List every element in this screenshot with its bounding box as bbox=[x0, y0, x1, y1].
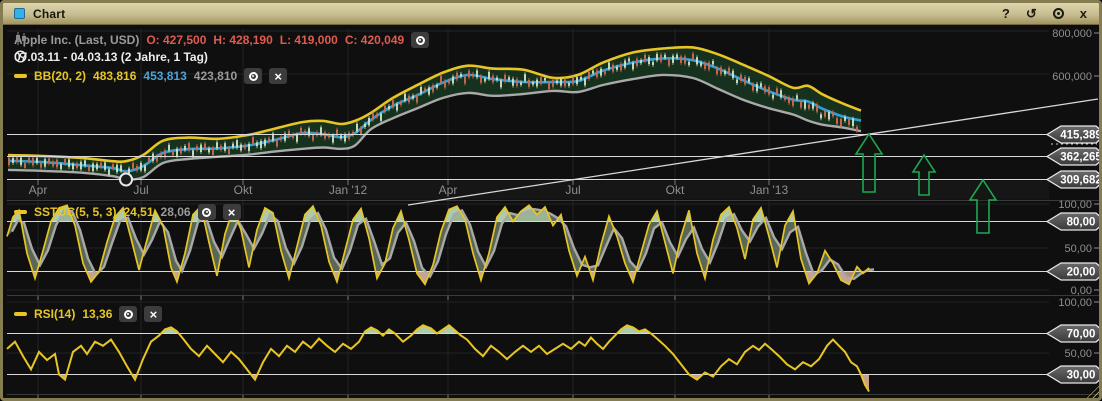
bb-line-icon bbox=[14, 74, 27, 78]
price-tag-text: 30,00 bbox=[1067, 370, 1096, 382]
price-tag-text: 80,00 bbox=[1067, 217, 1096, 229]
scale-label: 600,000 bbox=[1052, 71, 1092, 83]
date-range: 07.03.11 - 04.03.13 (2 Jahre, 1 Tag) bbox=[14, 50, 208, 64]
remove-button-sstoc[interactable]: × bbox=[222, 204, 241, 220]
help-icon[interactable]: ? bbox=[1002, 7, 1010, 20]
month-label: Jan '13 bbox=[750, 183, 789, 197]
month-label: Jan '12 bbox=[329, 183, 368, 197]
month-label: Apr bbox=[439, 183, 458, 197]
month-label: Okt bbox=[666, 183, 685, 197]
price-tag-text: 20,00 bbox=[1067, 267, 1096, 279]
ohlc-low: L: 419,000 bbox=[279, 33, 338, 47]
sstoc-k-value: 24,51 bbox=[123, 205, 154, 219]
record-icon[interactable] bbox=[1052, 8, 1064, 19]
price-tag-text: 70,00 bbox=[1067, 329, 1096, 341]
visibility-button-sstoc[interactable] bbox=[197, 204, 216, 220]
remove-button-rsi[interactable]: × bbox=[144, 306, 163, 322]
visibility-button-bb[interactable] bbox=[244, 68, 263, 84]
titlebar[interactable]: Chart ? ↺ x bbox=[3, 3, 1099, 25]
circle-marker[interactable] bbox=[119, 172, 133, 187]
scale-label: 100,00 bbox=[1058, 297, 1092, 309]
chart-window: Chart ? ↺ x Apr Jul Okt Jan '12 Apr Jul Okt Jan… bbox=[0, 0, 1102, 401]
scale-label: 0,00 bbox=[1071, 285, 1092, 297]
legend-sstoc: SSTOC(5, 5, 3) 24,51 28,06 × bbox=[14, 204, 241, 220]
month-label: Okt bbox=[234, 183, 253, 197]
month-label: Apr bbox=[29, 183, 48, 197]
window-title: Chart bbox=[33, 6, 66, 21]
bb-middle-value: 453,813 bbox=[143, 69, 187, 83]
rsi-value: 13,36 bbox=[82, 307, 113, 321]
legend-rsi: RSI(14) 13,36 × bbox=[14, 306, 163, 322]
close-icon: × bbox=[227, 204, 236, 220]
legend-range: 07.03.11 - 04.03.13 (2 Jahre, 1 Tag) bbox=[14, 50, 208, 64]
close-icon[interactable]: x bbox=[1080, 7, 1087, 20]
eye-icon bbox=[123, 309, 133, 319]
close-icon: × bbox=[274, 68, 282, 84]
instrument-name: Apple Inc. (Last, USD) bbox=[14, 33, 140, 47]
eye-icon bbox=[202, 207, 212, 217]
clock-icon bbox=[14, 50, 27, 63]
candlestick-icon bbox=[16, 32, 26, 45]
eye-icon bbox=[415, 35, 425, 45]
bb-upper-value: 483,816 bbox=[93, 69, 137, 83]
sstoc-d-value: 28,06 bbox=[160, 205, 191, 219]
visibility-button-instrument[interactable] bbox=[411, 32, 430, 48]
month-band bbox=[7, 180, 1049, 200]
bb-lower-value: 423,810 bbox=[193, 69, 238, 83]
ohlc-high: H: 428,190 bbox=[213, 33, 273, 47]
ohlc-open: O: 427,500 bbox=[146, 33, 207, 47]
ohlc-close: C: 420,049 bbox=[344, 33, 405, 47]
visibility-button-rsi[interactable] bbox=[119, 306, 138, 322]
sstoc-line-icon bbox=[14, 210, 27, 214]
rsi-line-icon bbox=[14, 312, 27, 316]
month-label: Jul bbox=[565, 183, 580, 197]
price-tag-text: 309,682 bbox=[1060, 175, 1102, 187]
scale-label: 50,00 bbox=[1064, 243, 1092, 255]
scale-label: 50,00 bbox=[1064, 348, 1092, 360]
eye-icon bbox=[248, 71, 258, 81]
scale-label: 100,00 bbox=[1058, 199, 1092, 211]
legend-instrument: Apple Inc. (Last, USD) O: 427,500 H: 428… bbox=[14, 32, 430, 48]
legend-bb: BB(20, 2) 483,816 453,813 423,810 × bbox=[14, 68, 288, 84]
rsi-label: RSI(14) bbox=[34, 307, 76, 321]
chart-client: Apr Jul Okt Jan '12 Apr Jul Okt Jan '13 800,000 6… bbox=[6, 28, 1102, 398]
app-icon bbox=[14, 8, 25, 19]
price-tag-text: 362,265 bbox=[1060, 152, 1102, 164]
rsi-line bbox=[6, 324, 870, 393]
scale-label: 800,000 bbox=[1052, 28, 1092, 40]
price-tag-text: 415,389 bbox=[1060, 130, 1102, 142]
remove-button-bb[interactable]: × bbox=[269, 68, 288, 84]
month-label: Jul bbox=[133, 183, 148, 197]
history-icon[interactable]: ↺ bbox=[1026, 7, 1037, 20]
close-icon: × bbox=[149, 306, 158, 322]
bb-label: BB(20, 2) bbox=[34, 69, 87, 83]
sstoc-label: SSTOC(5, 5, 3) bbox=[34, 205, 117, 219]
